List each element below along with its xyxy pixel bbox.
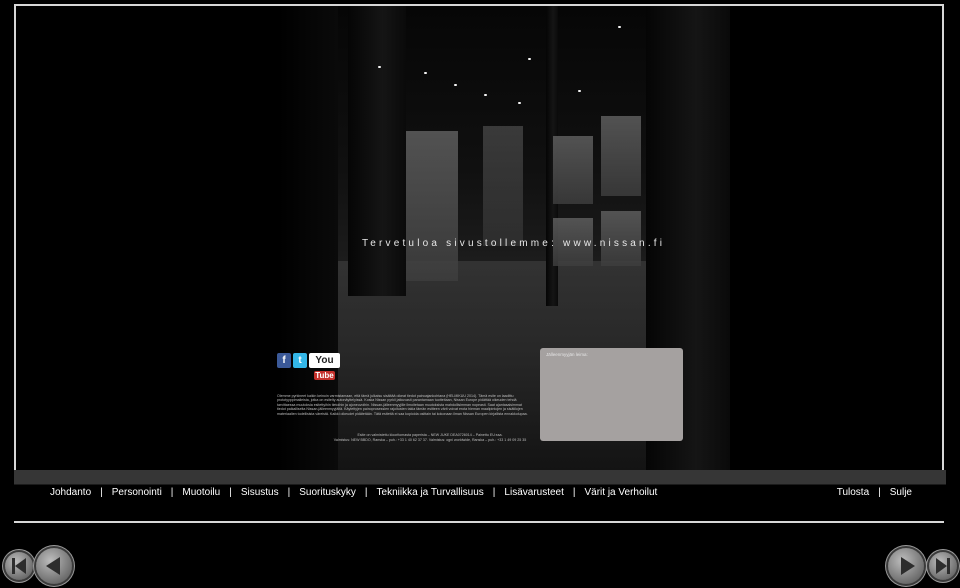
ceiling-light (378, 66, 381, 68)
nav-item-varit-ja-verhoilut[interactable]: Värit ja Verhoilut (585, 487, 658, 498)
credits-line-2: Valmistus: NEW BBDO, Ranska – puh.: +33 … (333, 437, 527, 442)
facebook-icon[interactable]: f (277, 353, 291, 368)
credits-line-1: Esite on valmistettu klooritomasta paper… (357, 433, 503, 437)
nav-item-sisustus[interactable]: Sisustus (241, 487, 279, 498)
bottom-navigation: Johdanto | Personointi | Muotoilu | Sisu… (14, 470, 946, 521)
previous-page-button[interactable] (36, 548, 72, 584)
arrow-left-icon (46, 557, 60, 575)
print-link[interactable]: Tulosta (837, 487, 869, 498)
nav-item-muotoilu[interactable]: Muotoilu (182, 487, 220, 498)
nav-item-suorituskyky[interactable]: Suorituskyky (299, 487, 356, 498)
window (553, 136, 593, 204)
nav-separator: | (287, 487, 291, 498)
twitter-icon[interactable]: t (293, 353, 307, 368)
nav-item-lisavarusteet[interactable]: Lisävarusteet (504, 487, 563, 498)
triangle-right-icon (936, 558, 947, 574)
dealer-stamp-label: Jälleenmyyjän leima: (546, 352, 588, 357)
youtube-icon[interactable]: You Tube (309, 353, 340, 380)
pillar (348, 6, 406, 296)
arrow-right-icon (901, 557, 915, 575)
nav-item-johdanto[interactable]: Johdanto (50, 487, 91, 498)
nav-separator: | (492, 487, 496, 498)
window (601, 116, 641, 196)
disclaimer-text: Olemme pyrkineet kaikin keinoin varmista… (277, 394, 528, 416)
close-link[interactable]: Sulje (890, 487, 912, 498)
nav-separator: | (100, 487, 103, 498)
youtube-you-text: You (315, 355, 334, 366)
nav-actions: Tulosta | Sulje (837, 487, 912, 498)
ceiling-light (484, 94, 487, 96)
window (406, 131, 458, 281)
page-frame (14, 4, 944, 523)
ceiling-light (578, 90, 581, 92)
last-page-button[interactable] (929, 552, 957, 580)
nav-menu: Johdanto | Personointi | Muotoilu | Sisu… (50, 487, 657, 498)
bar-icon (947, 558, 950, 574)
next-page-button[interactable] (888, 548, 924, 584)
ceiling-light (424, 72, 427, 74)
ceiling-light (518, 102, 521, 104)
nav-separator: | (572, 487, 576, 498)
credits: Esite on valmistettu klooritomasta paper… (330, 433, 530, 442)
social-links: f t You Tube (277, 353, 340, 380)
nav-separator: | (229, 487, 232, 498)
first-page-button[interactable] (5, 552, 33, 580)
dealer-stamp-box: Jälleenmyyjän leima: (540, 348, 683, 441)
nav-separator: | (364, 487, 368, 498)
welcome-text: Tervetuloa sivustollemme: www.nissan.fi (362, 238, 666, 249)
ceiling-light (454, 84, 457, 86)
ceiling-light (618, 26, 621, 28)
youtube-tube-text: Tube (314, 371, 335, 380)
nav-item-tekniikka-ja-turvallisuus[interactable]: Tekniikka ja Turvallisuus (377, 487, 484, 498)
triangle-left-icon (15, 558, 26, 574)
nav-item-personointi[interactable]: Personointi (112, 487, 162, 498)
ceiling-light (528, 58, 531, 60)
nav-separator: | (878, 487, 881, 498)
window (483, 126, 523, 246)
nav-separator: | (170, 487, 174, 498)
